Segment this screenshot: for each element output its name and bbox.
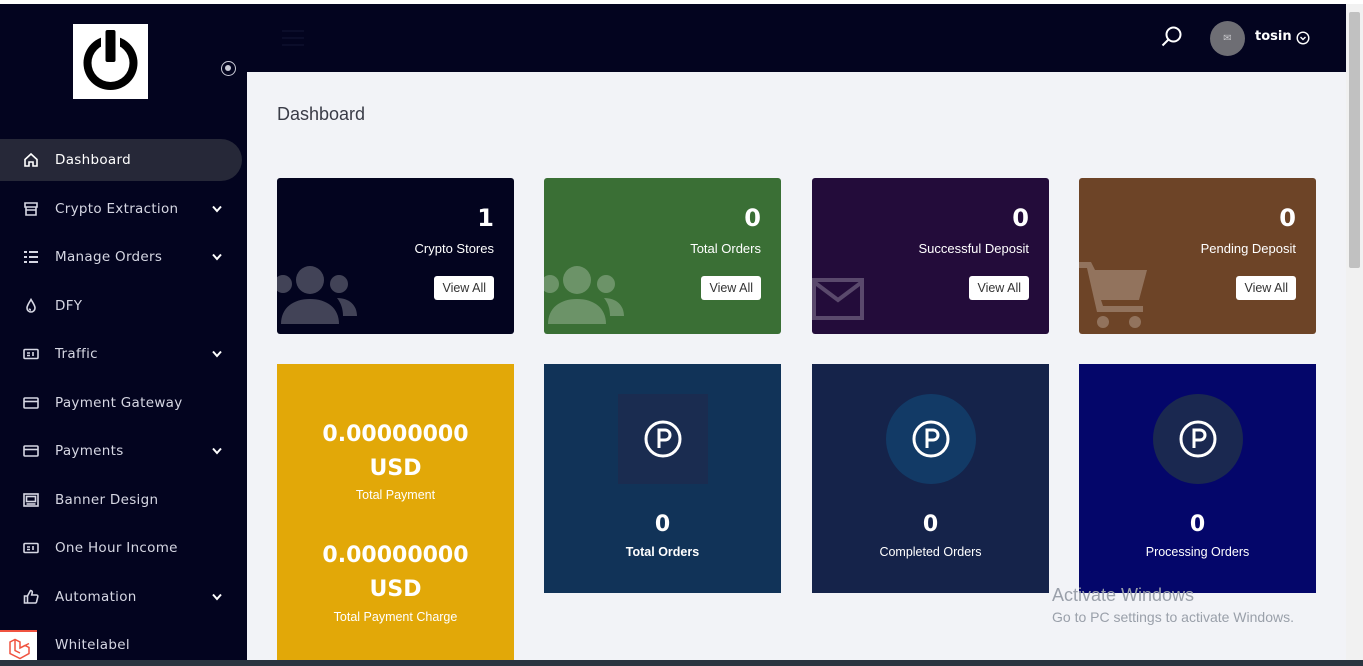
sidebar-item-label: Banner Design — [55, 492, 159, 508]
stat-completed-orders: 0 Completed Orders — [812, 364, 1049, 593]
sidebar-item-label: Payment Gateway — [55, 395, 183, 411]
sidebar-item-label: Automation — [55, 589, 137, 605]
sidebar-item-payments[interactable]: Payments — [0, 430, 242, 472]
avatar[interactable]: ✉ — [1210, 21, 1245, 56]
sidebar-item-label: Traffic — [55, 346, 98, 362]
total-payment-charge-label: Total Payment Charge — [333, 610, 458, 624]
sidebar-item-dfy[interactable]: DFY — [0, 285, 242, 327]
sidebar-item-label: Dashboard — [55, 152, 131, 168]
banner-icon — [22, 491, 40, 509]
stat-value: 0 — [922, 512, 939, 537]
chevron-down-icon — [211, 348, 223, 360]
view-all-button[interactable]: View All — [1236, 276, 1296, 300]
cart-icon — [1079, 258, 1149, 334]
total-payment-value: 0.00000000 USD — [322, 422, 469, 481]
card-icon — [22, 539, 40, 557]
p-icon — [1153, 394, 1243, 484]
users-icon — [544, 260, 624, 334]
power-logo-icon — [83, 28, 138, 90]
store-icon — [22, 200, 40, 218]
stat-label: Completed Orders — [879, 545, 982, 559]
card-value: 0 — [1279, 204, 1296, 232]
chevron-down-icon — [211, 203, 223, 215]
view-all-button[interactable]: View All — [701, 276, 761, 300]
sidebar-item-crypto-extraction[interactable]: Crypto Extraction — [0, 188, 242, 230]
users-icon — [277, 260, 357, 334]
stat-value: 0 — [654, 512, 671, 537]
card-total-orders: 0 Total Orders View All — [544, 178, 781, 334]
p-icon — [618, 394, 708, 484]
sidebar-item-banner-design[interactable]: Banner Design — [0, 479, 242, 521]
sidebar-item-traffic[interactable]: Traffic — [0, 333, 242, 375]
thumbs-up-icon — [22, 588, 40, 606]
stat-label: Total Orders — [625, 545, 700, 559]
stat-processing-orders: 0 Processing Orders — [1079, 364, 1316, 593]
sidebar-item-label: One Hour Income — [55, 540, 178, 556]
sidebar-item-label: Crypto Extraction — [55, 201, 179, 217]
page-title: Dashboard — [277, 104, 366, 124]
chevron-down-icon — [211, 251, 223, 263]
sidebar-item-manage-orders[interactable]: Manage Orders — [0, 236, 242, 278]
search-icon[interactable] — [1160, 25, 1184, 49]
menu-icon[interactable] — [282, 29, 304, 47]
card-crypto-stores: 1 Crypto Stores View All — [277, 178, 514, 334]
sidebar: Dashboard Crypto Extraction Manage Order… — [0, 4, 247, 666]
card-value: 1 — [477, 204, 494, 232]
avatar-placeholder: ✉ — [1223, 33, 1232, 44]
sidebar-item-dashboard[interactable]: Dashboard — [0, 139, 242, 181]
credit-card-icon — [22, 394, 40, 412]
stat-value: 0 — [1189, 512, 1206, 537]
card-value: 0 — [1012, 204, 1029, 232]
stat-label: Processing Orders — [1145, 545, 1250, 559]
app-logo[interactable] — [73, 24, 148, 99]
card-label: Total Orders — [690, 241, 761, 256]
windows-watermark-title: Activate Windows — [1052, 585, 1195, 605]
view-all-button[interactable]: View All — [434, 276, 494, 300]
list-icon — [22, 248, 40, 266]
card-label: Pending Deposit — [1200, 241, 1296, 256]
stat-total-orders: 0 Total Orders — [544, 364, 781, 593]
sidebar-item-payment-gateway[interactable]: Payment Gateway — [0, 382, 242, 424]
sidebar-item-automation[interactable]: Automation — [0, 576, 242, 618]
scrollbar-thumb[interactable] — [1349, 12, 1360, 268]
sidebar-collapse-toggle[interactable] — [221, 61, 236, 76]
view-all-button[interactable]: View All — [969, 276, 1029, 300]
windows-watermark-subtitle: Go to PC settings to activate Windows. — [1052, 609, 1294, 625]
sidebar-item-label: DFY — [55, 298, 83, 314]
credit-card-icon — [22, 442, 40, 460]
card-label: Crypto Stores — [414, 241, 494, 256]
drop-icon — [22, 297, 40, 315]
card-pending-deposit: 0 Pending Deposit View All — [1079, 178, 1316, 334]
sidebar-item-one-hour-income[interactable]: One Hour Income — [0, 527, 242, 569]
chevron-down-icon — [211, 445, 223, 457]
card-icon — [22, 345, 40, 363]
chevron-down-icon — [211, 591, 223, 603]
home-icon — [22, 151, 40, 169]
card-total-payment: 0.00000000 USD Total Payment 0.00000000 … — [277, 364, 514, 666]
card-successful-deposit: 0 Successful Deposit View All — [812, 178, 1049, 334]
chevron-down-circle-icon[interactable] — [1296, 30, 1310, 45]
card-label: Successful Deposit — [918, 241, 1029, 256]
sidebar-item-label: Manage Orders — [55, 249, 163, 265]
total-payment-charge-value: 0.00000000 USD — [322, 543, 469, 602]
sidebar-item-label: Whitelabel — [55, 637, 130, 653]
envelope-icon — [812, 278, 864, 324]
sidebar-item-label: Payments — [55, 443, 124, 459]
username[interactable]: tosin — [1255, 29, 1292, 44]
card-value: 0 — [744, 204, 761, 232]
total-payment-label: Total Payment — [355, 488, 436, 502]
p-icon — [886, 394, 976, 484]
os-taskbar — [0, 660, 1363, 666]
